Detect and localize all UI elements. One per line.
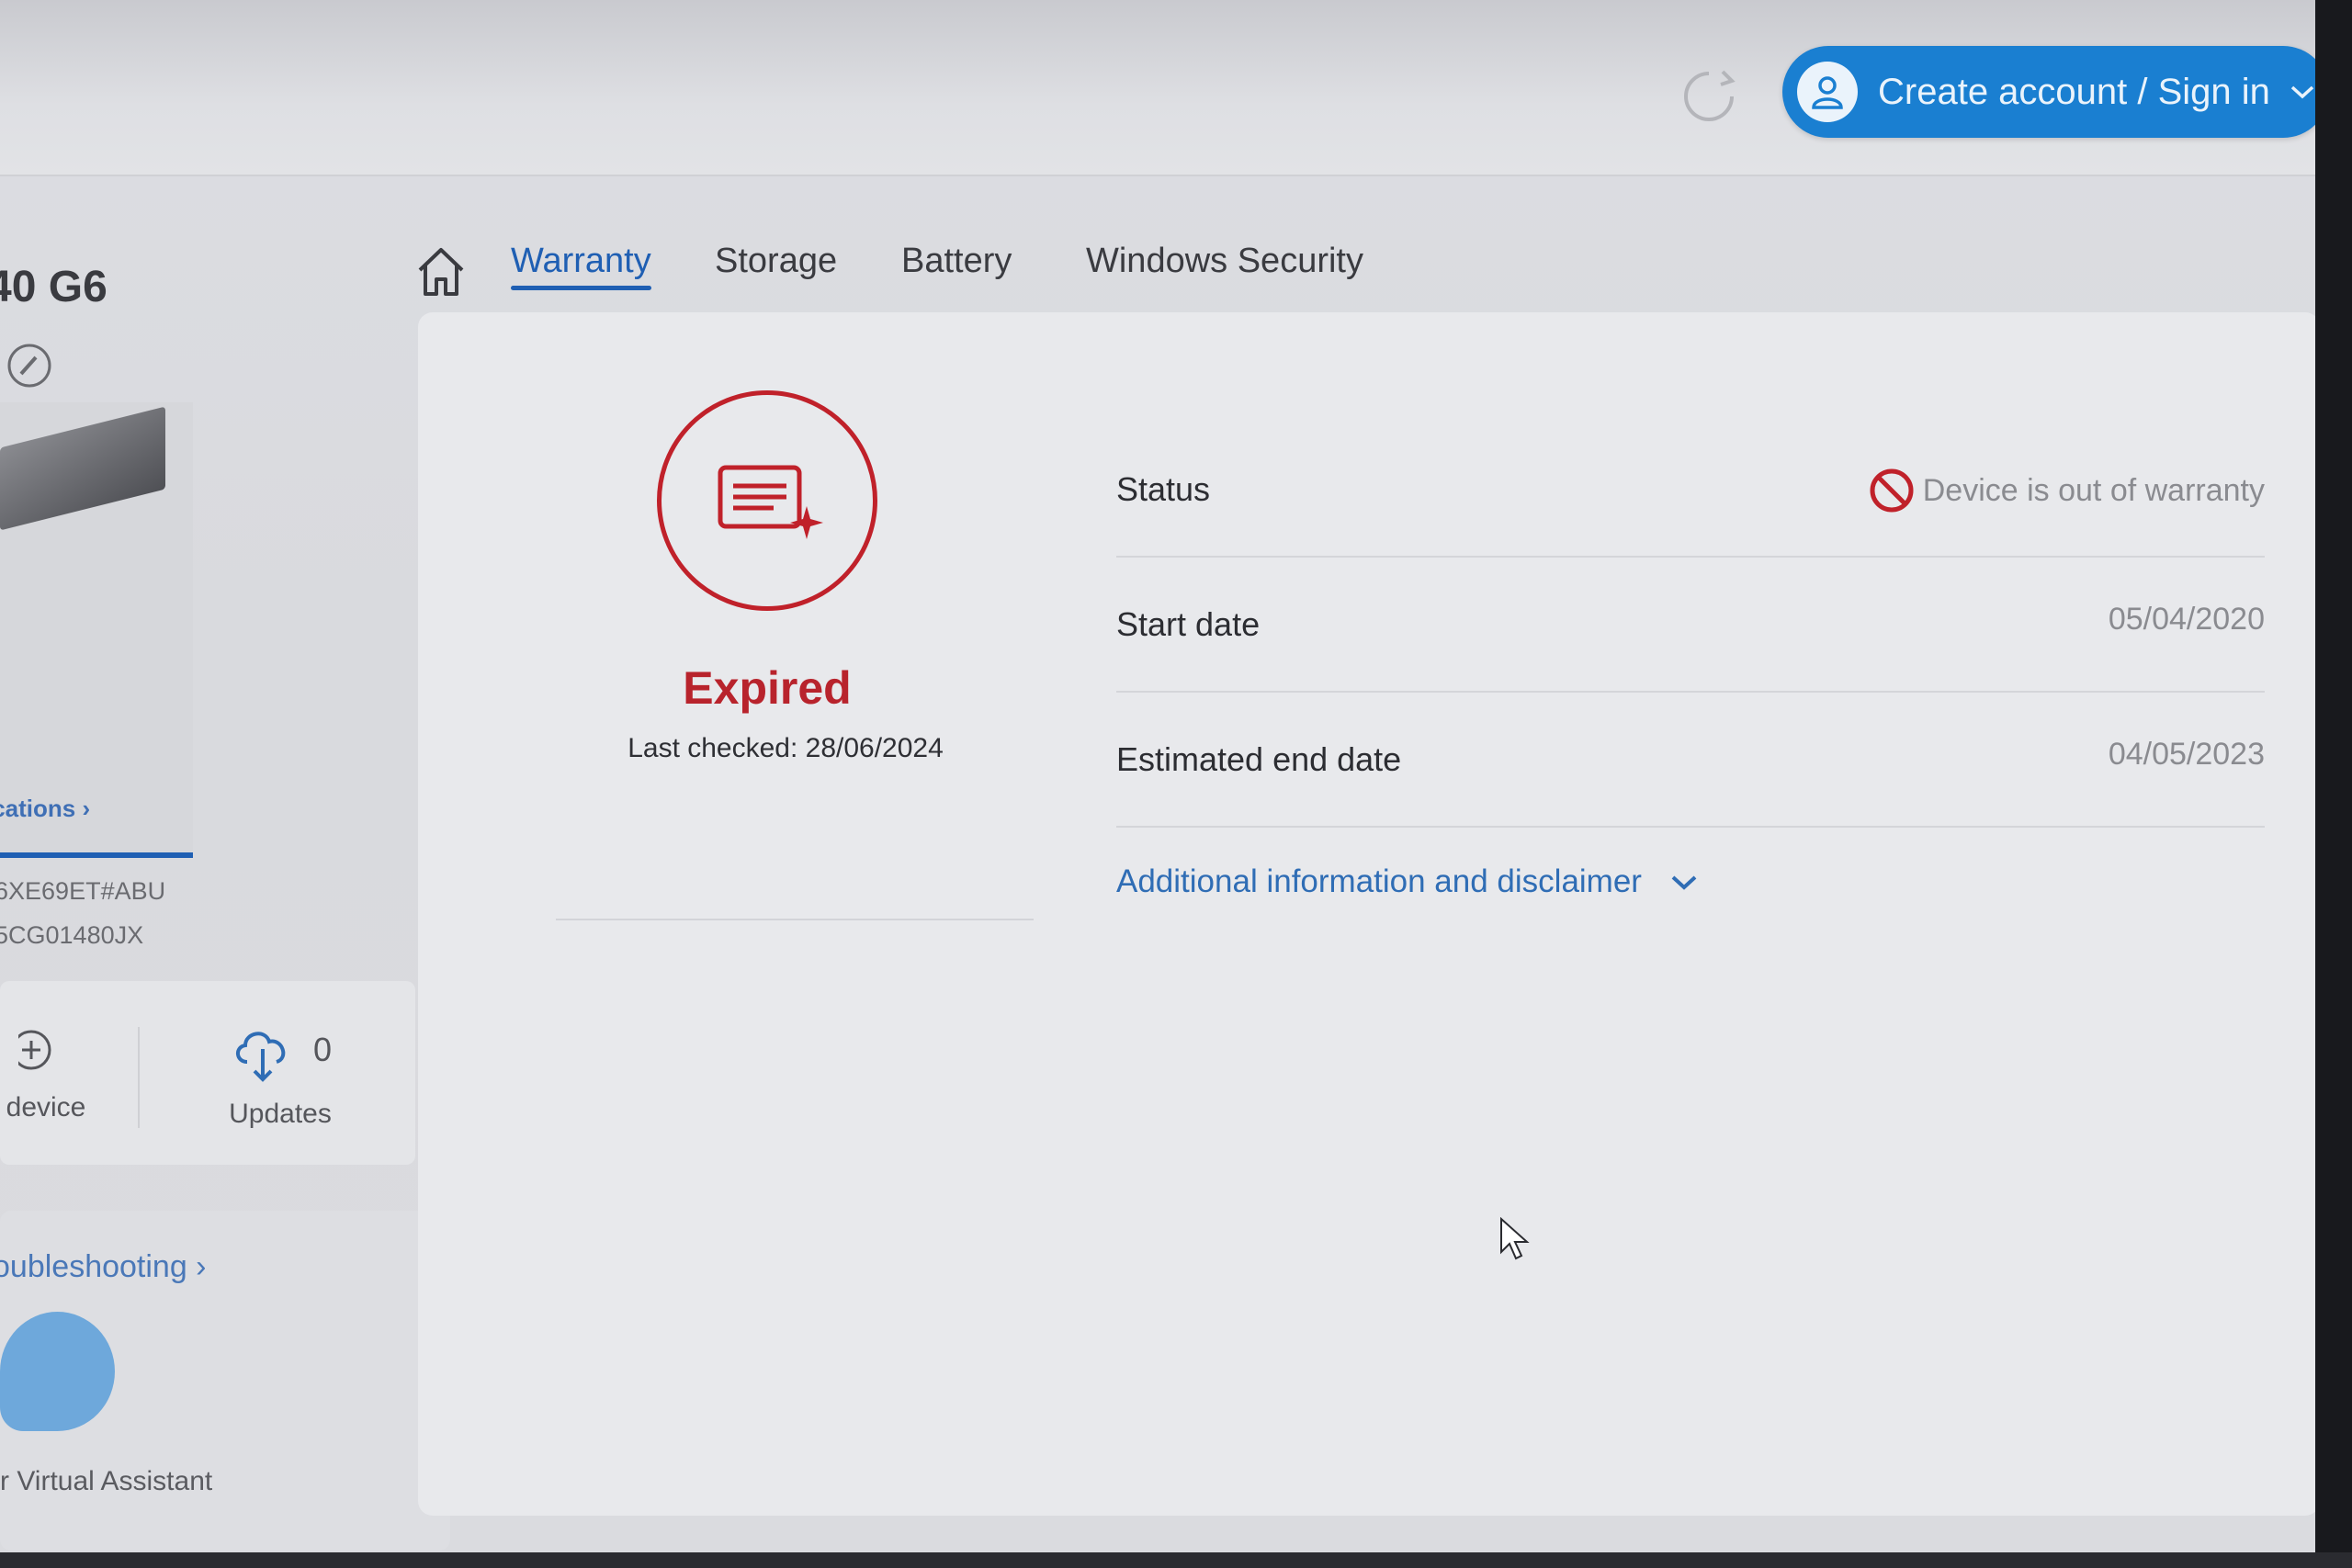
warranty-state: Expired — [683, 662, 852, 714]
home-icon — [418, 248, 464, 296]
add-circle-icon — [18, 1030, 51, 1070]
troubleshooting-card: oubleshooting › r Virtual Assistant — [0, 1211, 450, 1551]
warranty-details: Status Device is out of warranty Start d… — [1116, 423, 2265, 828]
app-window: Create account / Sign in 40 G6 ications … — [0, 0, 2315, 1568]
end-date-row: Estimated end date 04/05/2023 — [1116, 693, 2265, 828]
warranty-panel: Expired Last checked: 28/06/2024 Status … — [418, 312, 2315, 1516]
user-avatar-icon — [1797, 62, 1858, 122]
virtual-assistant-label: r Virtual Assistant — [0, 1466, 213, 1496]
end-date-value: 04/05/2023 — [2108, 737, 2265, 772]
updates-count: 0 — [312, 1031, 333, 1068]
updates-label: Updates — [229, 1099, 332, 1129]
specifications-link[interactable]: ications › — [0, 795, 90, 823]
warranty-badge — [657, 390, 877, 611]
warranty-certificate-icon — [718, 465, 823, 539]
start-date-label: Start date — [1116, 605, 1261, 643]
screen-bezel-right — [2315, 0, 2352, 1568]
tab-storage[interactable]: Storage — [715, 242, 837, 281]
virtual-assistant-icon[interactable] — [0, 1312, 115, 1431]
device-name: 40 G6 — [0, 263, 107, 311]
status-text: Device is out of warranty — [1922, 472, 2265, 508]
start-date-value: 05/04/2020 — [2108, 602, 2265, 637]
status-row: Status Device is out of warranty — [1116, 423, 2265, 558]
updates-button[interactable]: 0 Updates — [184, 981, 377, 1165]
start-date-row: Start date 05/04/2020 — [1116, 558, 2265, 693]
product-number: 6XE69ET#ABU — [0, 877, 166, 905]
prohibited-icon — [1870, 468, 1914, 513]
edit-device-name-button[interactable] — [6, 342, 53, 389]
tab-warranty[interactable]: Warranty — [511, 242, 651, 290]
status-label: Status — [1116, 470, 1211, 508]
add-device-button[interactable]: device — [0, 981, 110, 1165]
disclaimer-toggle[interactable]: Additional information and disclaimer — [1116, 863, 1699, 900]
stats-divider — [138, 1027, 140, 1128]
disclaimer-label: Additional information and disclaimer — [1116, 863, 1642, 899]
sign-in-label: Create account / Sign in — [1878, 71, 2270, 112]
refresh-button[interactable] — [1677, 64, 1741, 129]
add-device-label: device — [6, 1092, 86, 1122]
device-stats-card: device 0 Updates — [0, 981, 415, 1165]
tab-windows-security[interactable]: Windows Security — [1086, 242, 1363, 281]
chevron-down-icon — [2290, 85, 2314, 99]
serial-number: 5CG01480JX — [0, 921, 144, 949]
create-account-sign-in-button[interactable]: Create account / Sign in — [1782, 46, 2315, 138]
top-bar: Create account / Sign in — [0, 0, 2315, 176]
last-checked: Last checked: 28/06/2024 — [628, 733, 944, 763]
troubleshooting-link[interactable]: oubleshooting › — [0, 1249, 207, 1285]
divider — [556, 919, 1034, 920]
chevron-down-icon — [1671, 875, 1697, 890]
home-button[interactable] — [413, 243, 469, 299]
refresh-icon — [1684, 70, 1736, 121]
end-date-label: Estimated end date — [1116, 740, 1402, 778]
screen-bezel-bottom — [0, 1552, 2352, 1568]
device-sidebar: 40 G6 ications › 6XE69ET#ABU 5CG01480JX … — [0, 184, 450, 1568]
status-value: Device is out of warranty — [1868, 467, 2265, 514]
mouse-cursor-icon — [1500, 1217, 1530, 1260]
tab-battery[interactable]: Battery — [901, 242, 1012, 281]
pencil-icon — [7, 344, 51, 388]
cloud-download-icon — [235, 1032, 286, 1082]
